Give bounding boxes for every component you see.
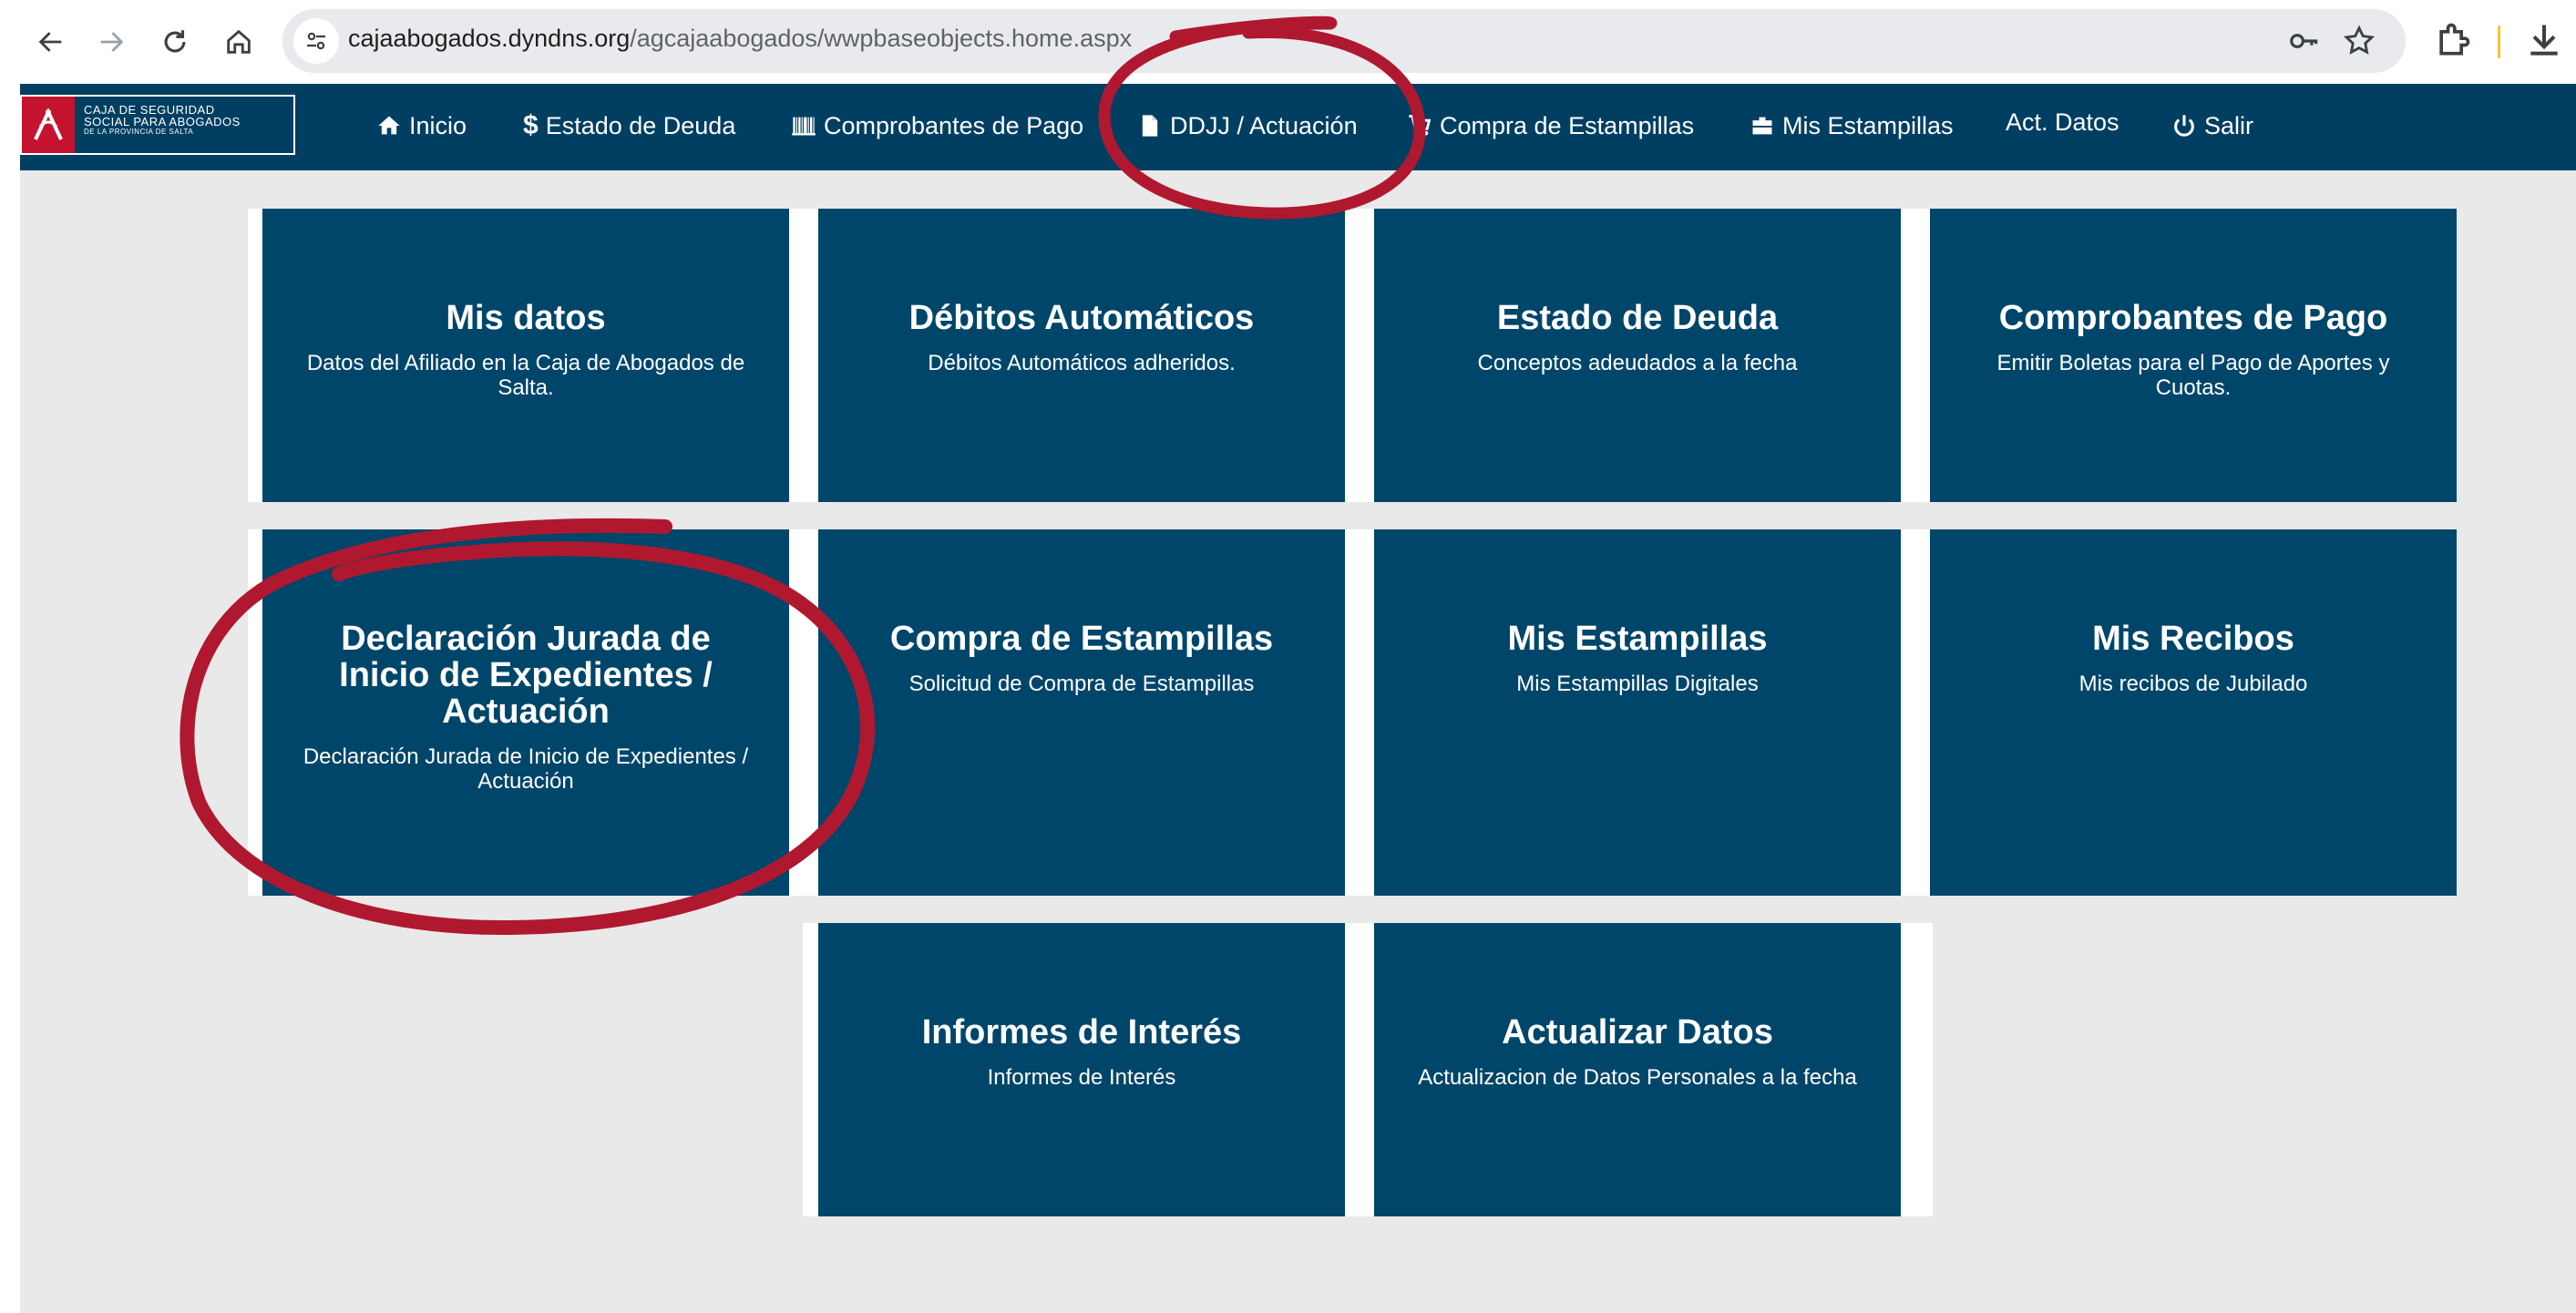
back-icon[interactable] xyxy=(26,16,77,67)
tile-comprobantes-de-pago[interactable]: Comprobantes de Pago Emitir Boletas para… xyxy=(1930,209,2457,502)
password-key-icon[interactable] xyxy=(2287,24,2322,58)
tile-title: Estado de Deuda xyxy=(1496,299,1779,337)
extensions-icon[interactable] xyxy=(2433,20,2473,60)
url-host: cajaabogados.dyndns.org xyxy=(348,25,631,52)
tile-title: Comprobantes de Pago xyxy=(1998,299,2388,337)
url-text: cajaabogados.dyndns.org/agcajaabogados/w… xyxy=(348,25,1132,53)
nav-mis-estampillas[interactable]: Mis Estampillas xyxy=(1750,108,1954,144)
logo-text: CAJA DE SEGURIDAD SOCIAL PARA ABOGADOS D… xyxy=(84,104,241,137)
tile-description: Declaración Jurada de Inicio de Expedien… xyxy=(303,744,749,794)
tile-description: Mis recibos de Jubilado xyxy=(2078,672,2308,696)
address-bar[interactable]: cajaabogados.dyndns.org/agcajaabogados/w… xyxy=(282,9,2406,73)
nav-compra-de-estampillas-label: Compra de Estampillas xyxy=(1440,111,1695,139)
home-icon xyxy=(378,116,400,135)
tile-estado-de-deuda[interactable]: Estado de Deuda Conceptos adeudados a la… xyxy=(1374,209,1901,502)
tile-description: Conceptos adeudados a la fecha xyxy=(1477,351,1798,375)
tile-compra-de-estampillas[interactable]: Compra de Estampillas Solicitud de Compr… xyxy=(818,529,1345,896)
barcode-icon xyxy=(792,117,816,136)
site-logo[interactable]: CAJA DE SEGURIDAD SOCIAL PARA ABOGADOS D… xyxy=(20,95,295,155)
tile-description: Débitos Automáticos adheridos. xyxy=(928,351,1236,375)
cart-icon xyxy=(1409,115,1432,136)
tile-title: Actualizar Datos xyxy=(1502,1013,1773,1051)
bookmark-star-icon[interactable] xyxy=(2342,24,2376,58)
tile-mis-estampillas[interactable]: Mis Estampillas Mis Estampillas Digitale… xyxy=(1374,529,1901,896)
tile-informes-de-interes[interactable]: Informes de Interés Informes de Interés xyxy=(818,923,1345,1216)
nav-act-datos-label: Act. Datos xyxy=(2006,108,2119,136)
nav-mis-estampillas-label: Mis Estampillas xyxy=(1782,111,1954,139)
tile-actualizar-datos[interactable]: Actualizar Datos Actualizacion de Datos … xyxy=(1374,923,1901,1216)
nav-ddjj-actuacion-label: DDJJ / Actuación xyxy=(1170,111,1358,139)
nav-estado-de-deuda-label: Estado de Deuda xyxy=(545,111,736,139)
tile-description: Actualizacion de Datos Personales a la f… xyxy=(1418,1065,1857,1090)
dollar-icon: $ xyxy=(523,110,539,140)
tile-mis-recibos[interactable]: Mis Recibos Mis recibos de Jubilado xyxy=(1930,529,2457,896)
tile-description: Emitir Boletas para el Pago de Aportes y… xyxy=(1996,351,2390,400)
nav-ddjj-actuacion[interactable]: DDJJ / Actuación xyxy=(1137,108,1358,144)
tile-title: Mis Recibos xyxy=(2092,620,2294,658)
nav-comprobantes-de-pago-label: Comprobantes de Pago xyxy=(824,111,1084,139)
nav-salir-label: Salir xyxy=(2204,111,2254,139)
document-icon xyxy=(1142,115,1158,137)
briefcase-icon xyxy=(1752,117,1772,135)
tile-title: Informes de Interés xyxy=(921,1013,1242,1051)
top-navigation-bar: CAJA DE SEGURIDAD SOCIAL PARA ABOGADOS D… xyxy=(20,84,2576,170)
tile-description: Informes de Interés xyxy=(987,1065,1176,1090)
tile-title: Mis datos xyxy=(446,299,606,337)
tile-mis-datos[interactable]: Mis datos Datos del Afiliado en la Caja … xyxy=(262,209,789,502)
nav-compra-de-estampillas[interactable]: Compra de Estampillas xyxy=(1407,108,1694,144)
tile-title: Compra de Estampillas xyxy=(889,620,1274,658)
logo-line-2: SOCIAL PARA ABOGADOS xyxy=(84,115,241,128)
tile-title: Débitos Automáticos xyxy=(908,299,1255,337)
tile-description: Datos del Afiliado en la Caja de Abogado… xyxy=(306,351,745,400)
nav-comprobantes-de-pago[interactable]: Comprobantes de Pago xyxy=(791,108,1083,144)
url-path: /agcajaabogados/wwpbaseobjects.home.aspx xyxy=(630,25,1133,52)
tile-declaracion-jurada[interactable]: Declaración Jurada de Inicio de Expedien… xyxy=(262,529,789,896)
site-info-icon[interactable] xyxy=(293,18,339,64)
forward-icon[interactable] xyxy=(86,16,137,67)
reload-icon[interactable] xyxy=(149,16,200,67)
tile-debitos-automaticos[interactable]: Débitos Automáticos Débitos Automáticos … xyxy=(818,209,1345,502)
download-icon[interactable] xyxy=(2524,20,2564,60)
nav-inicio-label: Inicio xyxy=(409,111,467,139)
power-icon xyxy=(2174,115,2194,137)
tile-description: Mis Estampillas Digitales xyxy=(1516,672,1759,696)
browser-toolbar: cajaabogados.dyndns.org/agcajaabogados/w… xyxy=(0,0,2576,84)
nav-inicio[interactable]: Inicio xyxy=(376,108,467,144)
home-icon[interactable] xyxy=(213,16,264,67)
logo-mark-icon xyxy=(22,97,75,153)
tile-title: Mis Estampillas xyxy=(1507,620,1768,658)
logo-line-3: DE LA PROVINCIA DE SALTA xyxy=(84,128,194,136)
tile-title: Declaración Jurada de Inicio de Expedien… xyxy=(339,620,713,731)
tile-description: Solicitud de Compra de Estampillas xyxy=(908,672,1255,696)
nav-salir[interactable]: Salir xyxy=(2171,108,2253,144)
nav-act-datos[interactable]: Act. Datos xyxy=(2006,104,2119,140)
nav-estado-de-deuda[interactable]: $ Estado de Deuda xyxy=(523,108,735,144)
page-viewport: CAJA DE SEGURIDAD SOCIAL PARA ABOGADOS D… xyxy=(20,84,2576,1313)
toolbar-separator xyxy=(2498,26,2500,58)
